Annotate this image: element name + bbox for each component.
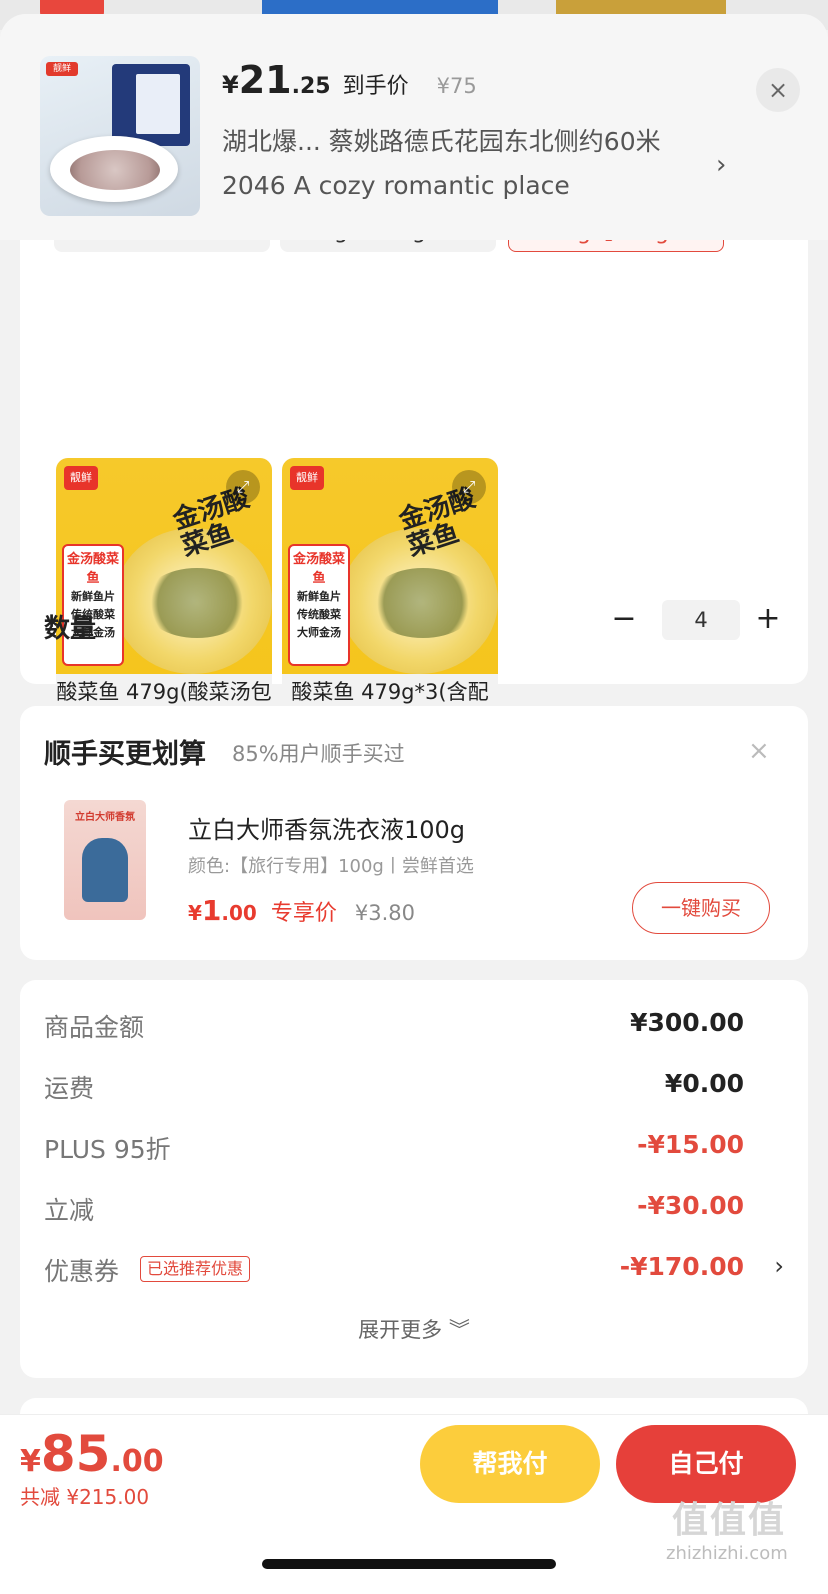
addon-subtitle: 85%用户顺手买过 [232,742,405,766]
saved-amount: 共减 ¥215.00 [20,1485,150,1509]
addon-price-label: 专享价 [270,901,337,926]
summary-key: 优惠券 [44,1257,120,1286]
summary-row: 运费 ¥0.00 [44,1069,784,1109]
summary-key: 商品金额 [44,1013,145,1042]
variant-option[interactable]: 靓鲜 金汤酸菜鱼 金汤酸菜鱼 新鲜鱼片 传统酸菜 大师金汤 ⤢ 酸菜鱼 479g… [282,458,498,740]
total-integer: 85 [40,1425,111,1483]
summary-row: 商品金额 ¥300.00 [44,1008,784,1048]
yen-symbol: ¥ [222,71,239,99]
package-label-title: 金汤酸菜鱼 [292,552,345,586]
summary-key: PLUS 95折 [44,1135,171,1164]
coupon-tag: 已选推荐优惠 [140,1256,251,1282]
summary-row: PLUS 95折 -¥15.00 [44,1130,784,1170]
addon-image-figure [82,838,128,902]
addon-price-decimal: .00 [221,901,257,925]
brand-logo: 靓鲜 [290,466,324,490]
quantity-increase-button[interactable]: + [748,600,788,640]
package-label-title: 金汤酸菜鱼 [66,552,119,586]
yen-symbol: ¥ [20,1444,41,1479]
price-integer: 21 [238,58,292,102]
addon-price: ¥ 1 .00 专享价 ¥3.80 [188,894,415,927]
expand-more-button[interactable]: 展开更多 ︾ [20,1314,808,1344]
summary-value: -¥15.00 [637,1130,744,1159]
summary-value: ¥0.00 [664,1069,744,1098]
addon-old-price: ¥3.80 [354,901,415,925]
package-label-sub: 新鲜鱼片 传统酸菜 大师金汤 [297,590,341,639]
summary-key: 立减 [44,1196,95,1225]
help-me-pay-button[interactable]: 帮我付 [420,1425,600,1503]
thumbnail-fish [70,150,160,190]
watermark: 值值值 [672,1500,787,1541]
addon-price-integer: 1 [201,894,222,927]
quantity-input[interactable]: 4 [662,600,740,640]
watermark-url: zhizhizhi.com [666,1543,788,1564]
brand-logo: 靓鲜 [64,466,98,490]
checkout-sheet: 靓鲜 ¥ 21 .25 到手价 ¥75 湖北爆... 蔡姚路德氏花园东北侧约60… [0,14,828,1594]
expand-icon[interactable]: ⤢ [226,470,260,504]
package-label: 金汤酸菜鱼 新鲜鱼片 传统酸菜 大师金汤 [62,544,124,666]
addon-product-name[interactable]: 立白大师香氛洗衣液100g [188,810,465,845]
home-indicator[interactable] [262,1559,556,1569]
addon-product-image[interactable]: 立白大师香氛 [64,800,146,920]
yen-symbol: ¥ [188,901,202,925]
original-price: ¥75 [436,74,477,98]
chevron-right-icon[interactable]: › [774,1252,784,1280]
thumbnail-package-front [136,74,180,134]
total-price: ¥ 85 .00 [20,1425,164,1483]
total-decimal: .00 [110,1444,164,1479]
variant-image: 靓鲜 金汤酸菜鱼 金汤酸菜鱼 新鲜鱼片 传统酸菜 大师金汤 ⤢ [282,458,498,674]
product-thumbnail: 靓鲜 [40,56,200,216]
chevron-right-icon[interactable]: › [716,150,726,180]
one-click-buy-button[interactable]: 一键购买 [632,882,770,934]
vegetable-graphic [142,568,252,638]
close-button[interactable]: × [756,68,800,112]
sheet-header: 靓鲜 ¥ 21 .25 到手价 ¥75 湖北爆... 蔡姚路德氏花园东北侧约60… [0,14,828,240]
coupon-row[interactable]: 优惠券 已选推荐优惠 -¥170.00 › [44,1252,784,1292]
addon-image-text: 立白大师香氛 [75,812,135,823]
summary-value: -¥30.00 [637,1191,744,1220]
summary-card: 商品金额 ¥300.00 运费 ¥0.00 PLUS 95折 -¥15.00 立… [20,980,808,1378]
summary-value: ¥300.00 [630,1008,744,1037]
checkout-bar: ¥ 85 .00 共减 ¥215.00 帮我付 自己付 值值值 zhizhizh… [0,1414,828,1594]
summary-key: 运费 [44,1074,95,1103]
summary-value: -¥170.00 [619,1252,744,1281]
vegetable-graphic [368,568,478,638]
price-tag: 到手价 [342,74,409,99]
variant-option[interactable]: 靓鲜 金汤酸菜鱼 金汤酸菜鱼 新鲜鱼片 传统酸菜 大师金汤 ⤢ 酸菜鱼 479g… [56,458,272,740]
thumbnail-logo: 靓鲜 [46,62,78,76]
addon-title: 顺手买更划算 [44,739,206,770]
header-price: ¥ 21 .25 到手价 ¥75 [222,58,477,108]
summary-row: 立减 -¥30.00 [44,1191,784,1231]
quantity-label: 数量 [44,614,97,644]
close-icon[interactable]: × [748,736,770,766]
expand-icon[interactable]: ⤢ [452,470,486,504]
delivery-address[interactable]: 湖北爆... 蔡姚路德氏花园东北侧约60米2046 A cozy romanti… [222,120,702,208]
quantity-decrease-button[interactable]: − [604,600,644,640]
addon-card: 顺手买更划算 85%用户顺手买过 × 立白大师香氛 立白大师香氛洗衣液100g … [20,706,808,960]
addon-product-spec: 颜色:【旅行专用】100g丨尝鲜首选 [188,856,474,877]
package-label: 金汤酸菜鱼 新鲜鱼片 传统酸菜 大师金汤 [288,544,350,666]
price-decimal: .25 [291,74,331,99]
spec-card: … 500g【250g*2… 1000g【250g*4… 靓鲜 金汤酸菜鱼 金汤… [20,194,808,740]
